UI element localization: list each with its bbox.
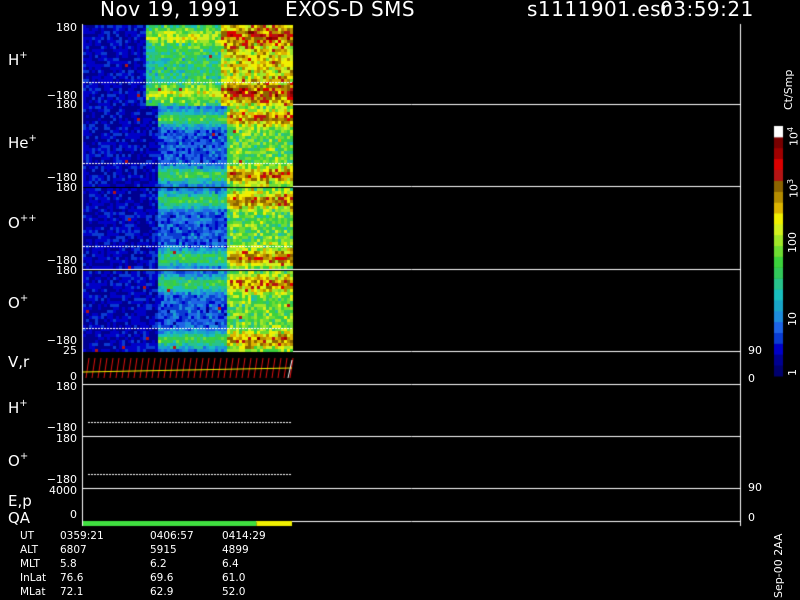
colorbar-label-3: 103 — [786, 178, 800, 198]
colorbar-unit: Ct/Smp — [782, 69, 795, 110]
axis-row-value: 52.0 — [222, 586, 246, 598]
axis-row-label: MLT — [20, 558, 40, 570]
panel-label-h-plus-lower: H+ — [8, 398, 28, 417]
tick-op-top: 180 — [56, 264, 77, 277]
axis-row-value: 5915 — [150, 544, 177, 556]
panel-label-he-plus: He+ — [8, 133, 37, 152]
panel-label-vr: V,r — [8, 353, 30, 371]
axis-row-value: 76.6 — [60, 572, 84, 584]
colorbar-label-4: 104 — [786, 126, 800, 146]
panel-label-o-plus-plus: O++ — [8, 213, 37, 232]
axis-row-value: 0414:29 — [222, 530, 266, 542]
right-tick-ep-90: 90 — [748, 481, 762, 494]
right-tick-vr-0: 0 — [748, 372, 755, 385]
right-tick-ep-0: 0 — [748, 511, 755, 524]
axis-row-value: 4899 — [222, 544, 249, 556]
tick-vr-top: 25 — [63, 344, 77, 357]
panel-label-o-plus-lower: O+ — [8, 451, 29, 470]
file-name: s1111901.esr — [527, 0, 670, 21]
axis-row-value: 6.2 — [150, 558, 167, 570]
tick-o2-top: 180 — [56, 432, 77, 445]
axis-row-value: 5.8 — [60, 558, 77, 570]
colorbar-label-0: 1 — [786, 369, 799, 376]
axis-row-value: 0359:21 — [60, 530, 104, 542]
axis-row-value: 6807 — [60, 544, 87, 556]
panel-label-o-plus: O+ — [8, 293, 29, 312]
tick-h2-top: 180 — [56, 380, 77, 393]
axis-row-value: 69.6 — [150, 572, 174, 584]
tick-ep-top: 4000 — [49, 484, 77, 497]
sms-plot-canvas — [0, 0, 800, 600]
plot-date: Nov 19, 1991 — [100, 0, 241, 21]
panel-label-h-plus: H+ — [8, 50, 28, 69]
plot-time: 03:59:21 — [660, 0, 754, 21]
tick-ep-bottom: 0 — [70, 508, 77, 521]
panel-label-ep: E,p — [8, 492, 32, 510]
colorbar-label-2: 100 — [786, 232, 799, 253]
panel-label-qa: QA — [8, 509, 31, 527]
tick-he-top: 180 — [56, 98, 77, 111]
footer-note: Sep-00 2AA — [772, 533, 785, 598]
axis-row-label: ALT — [20, 544, 39, 556]
axis-row-value: 0406:57 — [150, 530, 194, 542]
instrument-title: EXOS-D SMS — [285, 0, 416, 21]
tick-opp-top: 180 — [56, 181, 77, 194]
right-tick-vr-90: 90 — [748, 344, 762, 357]
colorbar-label-1: 10 — [786, 312, 799, 326]
axis-row-value: 72.1 — [60, 586, 84, 598]
tick-h-top: 180 — [56, 21, 77, 34]
axis-row-value: 62.9 — [150, 586, 174, 598]
axis-row-label: InLat — [20, 572, 47, 584]
axis-row-value: 6.4 — [222, 558, 239, 570]
axis-row-value: 61.0 — [222, 572, 246, 584]
axis-row-label: MLat — [20, 586, 46, 598]
axis-row-label: UT — [20, 530, 35, 542]
